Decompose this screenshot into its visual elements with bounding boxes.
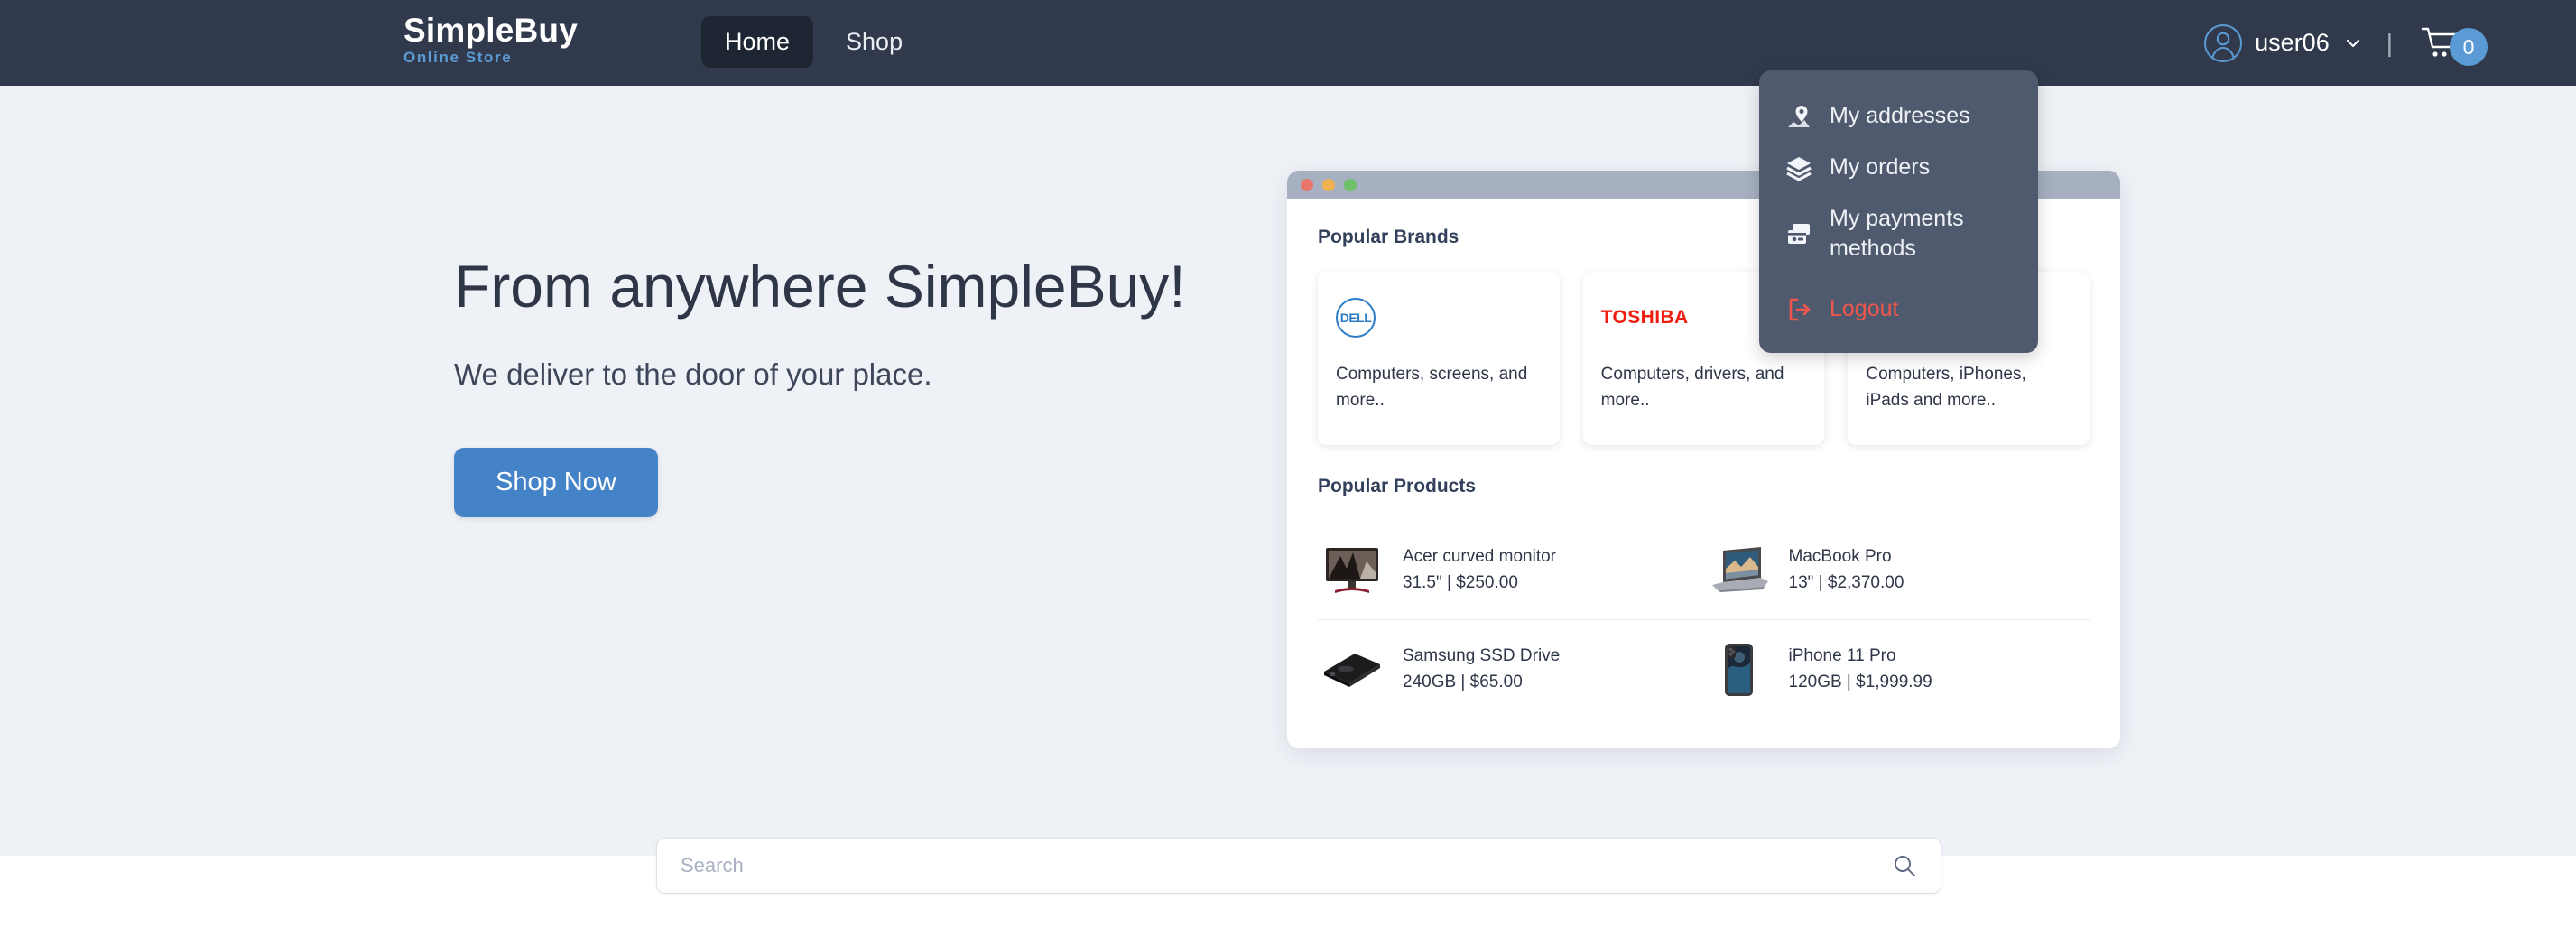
popular-products-list: Acer curved monitor 31.5" | $250.00 MacB…	[1318, 521, 2090, 719]
logout-icon	[1784, 295, 1813, 324]
nav-item-shop[interactable]: Shop	[822, 16, 926, 68]
user-dropdown-menu: My addresses My orders My payments metho…	[1759, 70, 2038, 353]
avatar-icon	[2203, 23, 2243, 63]
header-divider: |	[2386, 28, 2393, 57]
product-name: Samsung SSD Drive	[1403, 646, 1561, 665]
product-meta: Samsung SSD Drive 240GB | $65.00	[1403, 644, 1560, 695]
product-meta: MacBook Pro 13" | $2,370.00	[1789, 544, 1904, 596]
hero-subtitle: We deliver to the door of your place.	[454, 357, 932, 391]
phone-thumbnail-icon	[1704, 643, 1773, 696]
product-specs: 31.5" | $250.00	[1403, 572, 1518, 592]
menu-item-my-orders[interactable]: My orders	[1759, 142, 2038, 193]
product-item-samsung-ssd-drive[interactable]: Samsung SSD Drive 240GB | $65.00	[1318, 620, 1704, 719]
product-specs: 240GB | $65.00	[1403, 672, 1523, 691]
user-menu-trigger[interactable]: user06	[2203, 23, 2363, 63]
brand-name: SimpleBuy	[403, 12, 579, 49]
nav-item-home[interactable]: Home	[701, 16, 814, 68]
layers-icon	[1784, 153, 1813, 182]
search-input[interactable]	[681, 854, 1892, 877]
brand-description: Computers, drivers, and more..	[1600, 365, 1784, 410]
chevron-down-icon	[2341, 33, 2363, 53]
product-specs: 120GB | $1,999.99	[1788, 672, 1932, 691]
top-navbar: SimpleBuy Online Store Home Shop user06	[0, 0, 2576, 86]
brand-subtitle: Online Store	[403, 49, 513, 66]
toshiba-logo-icon: TOSHIBA	[1600, 307, 1689, 328]
window-close-dot[interactable]	[1301, 179, 1313, 191]
product-item-acer-curved-monitor[interactable]: Acer curved monitor 31.5" | $250.00	[1318, 521, 1704, 619]
menu-item-my-addresses[interactable]: My addresses	[1759, 90, 2038, 142]
dell-logo-icon: DELL	[1336, 298, 1376, 338]
menu-item-logout[interactable]: Logout	[1759, 283, 2038, 335]
window-minimize-dot[interactable]	[1322, 179, 1335, 191]
page-root: SimpleBuy Online Store Home Shop user06	[0, 0, 2576, 946]
shop-now-button[interactable]: Shop Now	[454, 447, 658, 517]
product-item-macbook-pro[interactable]: MacBook Pro 13" | $2,370.00	[1704, 521, 2090, 619]
product-meta: iPhone 11 Pro 120GB | $1,999.99	[1789, 644, 1932, 695]
product-name: MacBook Pro	[1788, 547, 1892, 566]
hero-title: From anywhere SimpleBuy!	[454, 253, 1186, 320]
main-nav: Home Shop	[701, 16, 926, 68]
menu-item-label: My payments methods	[1830, 206, 1964, 261]
product-name: Acer curved monitor	[1403, 547, 1557, 566]
ssd-thumbnail-icon	[1318, 645, 1386, 695]
menu-item-label: My orders	[1830, 154, 1931, 180]
user-name-label: user06	[2255, 29, 2330, 56]
product-specs: 13" | $2,370.00	[1788, 572, 1904, 592]
product-meta: Acer curved monitor 31.5" | $250.00	[1403, 544, 1556, 596]
popular-products-title: Popular Products	[1318, 476, 1477, 496]
brand-card-dell[interactable]: DELL Computers, screens, and more..	[1318, 272, 1560, 445]
product-item-iphone-11-pro[interactable]: iPhone 11 Pro 120GB | $1,999.99	[1704, 620, 2090, 719]
hero-copy: From anywhere SimpleBuy! We deliver to t…	[454, 253, 1186, 517]
menu-item-label: My addresses	[1830, 103, 1970, 128]
cart-button[interactable]: 0	[2420, 20, 2488, 66]
window-maximize-dot[interactable]	[1344, 179, 1357, 191]
monitor-thumbnail-icon	[1318, 545, 1386, 596]
map-pin-icon	[1784, 102, 1813, 131]
search-icon[interactable]	[1892, 853, 1917, 878]
menu-item-my-payments-methods[interactable]: My payments methods	[1759, 193, 2038, 274]
site-logo[interactable]: SimpleBuy Online Store	[403, 14, 578, 65]
brand-logo-wrap: DELL	[1336, 292, 1542, 344]
laptop-thumbnail-icon	[1704, 545, 1773, 596]
cart-count-badge: 0	[2450, 28, 2488, 66]
product-name: iPhone 11 Pro	[1788, 646, 1896, 665]
user-area: user06 | 0	[2203, 0, 2488, 86]
credit-card-icon	[1784, 219, 1813, 248]
brand-description: Computers, screens, and more..	[1336, 365, 1528, 410]
search-bar[interactable]	[656, 838, 1941, 894]
brand-description: Computers, iPhones, iPads and more..	[1866, 365, 2026, 410]
menu-item-label: Logout	[1830, 296, 1899, 321]
